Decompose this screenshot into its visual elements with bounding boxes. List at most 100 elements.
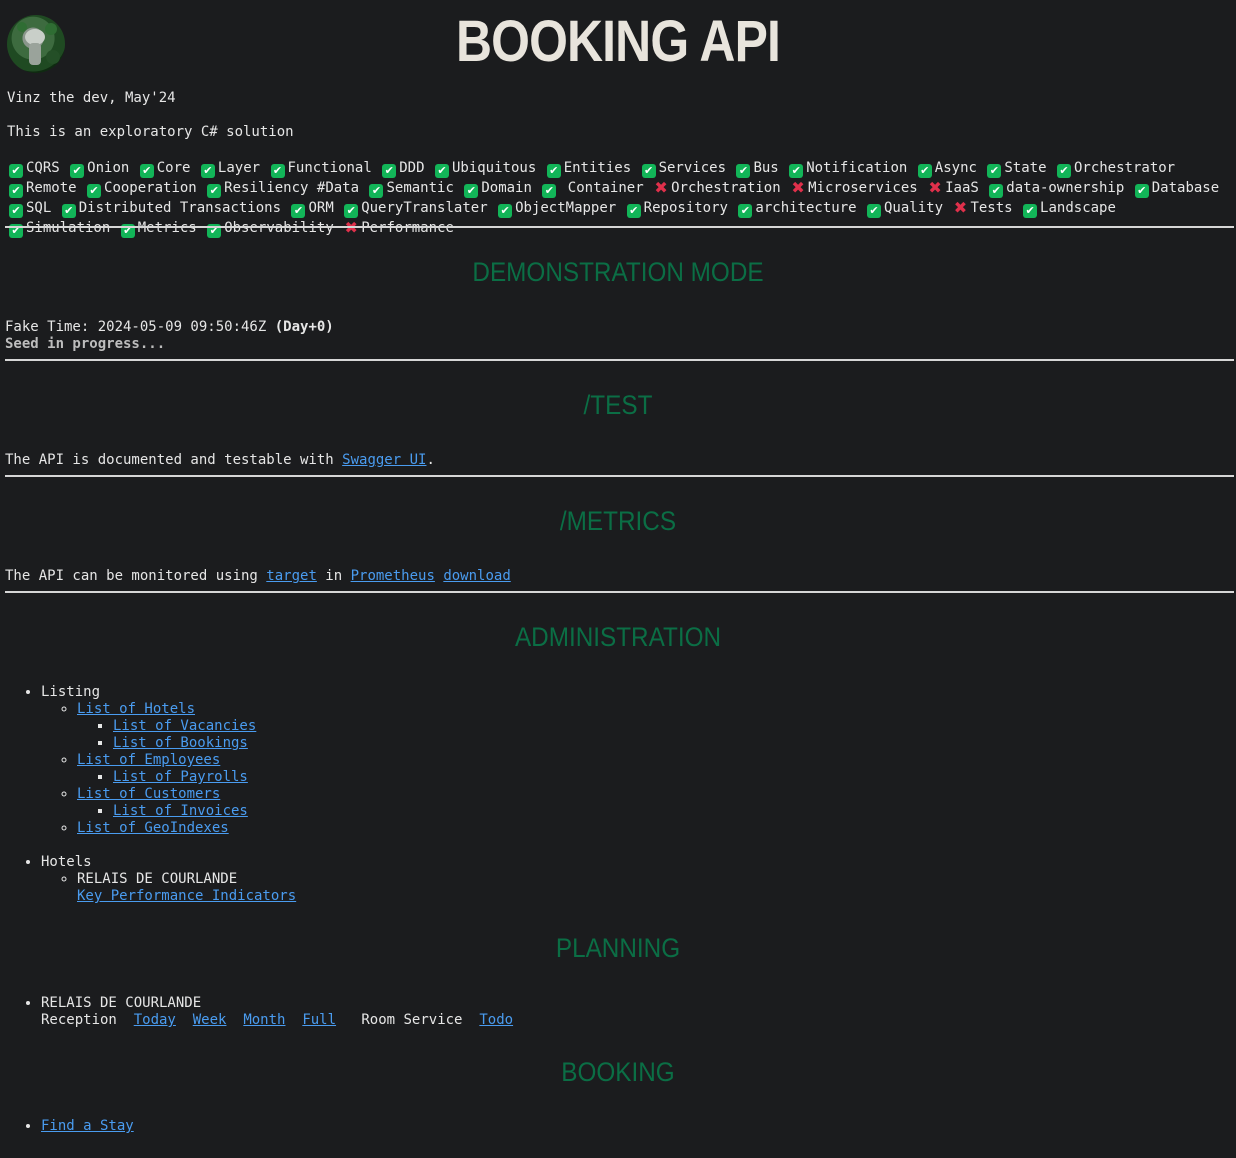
full-link[interactable]: Full bbox=[302, 1012, 336, 1028]
checkmark-icon: ✔ bbox=[738, 204, 753, 218]
swagger-ui-link[interactable]: Swagger UI bbox=[342, 452, 426, 468]
todo-link[interactable]: Todo bbox=[479, 1012, 513, 1028]
tag-item: ✔ State bbox=[987, 160, 1047, 178]
tag-label: Tests bbox=[970, 200, 1013, 216]
checkmark-icon: ✔ bbox=[867, 204, 881, 218]
checkmark-icon: ✔ bbox=[498, 204, 513, 218]
tag-label: Distributed Transactions bbox=[78, 200, 282, 216]
section-heading-planning: PLANNING bbox=[555, 933, 681, 963]
employees-list-link[interactable]: List of Employees bbox=[77, 752, 220, 768]
divider bbox=[5, 359, 1234, 361]
checkmark-icon: ✔ bbox=[200, 164, 215, 178]
admin-listing: Listing List of Hotels List of Vacancies… bbox=[5, 684, 256, 837]
list-item: List of Bookings bbox=[113, 735, 256, 752]
tag-item: ✖ IaaS bbox=[928, 180, 978, 197]
tag-label: Microservices bbox=[808, 180, 918, 196]
tag-label: Semantic bbox=[386, 180, 454, 196]
tag-label: CQRS bbox=[26, 160, 60, 176]
target-link[interactable]: target bbox=[266, 568, 317, 584]
tag-item: ✔ Layer bbox=[200, 160, 260, 178]
checkmark-icon: ✔ bbox=[369, 184, 384, 198]
checkmark-icon: ✔ bbox=[270, 164, 285, 178]
invoices-list-link[interactable]: List of Invoices bbox=[113, 803, 248, 819]
vacancies-list-link[interactable]: List of Vacancies bbox=[113, 718, 256, 734]
geoindexes-list-link[interactable]: List of GeoIndexes bbox=[77, 820, 229, 836]
cross-icon: ✖ bbox=[654, 178, 668, 197]
tag-label: data-ownership bbox=[1006, 180, 1125, 196]
tag-item: ✖ Orchestration bbox=[654, 178, 781, 197]
download-link[interactable]: download bbox=[443, 568, 510, 584]
week-link[interactable]: Week bbox=[193, 1012, 227, 1028]
tag-label: Metrics bbox=[137, 220, 197, 236]
test-description: The API is documented and testable with … bbox=[5, 452, 435, 468]
tag-item: ✔ Functional bbox=[270, 160, 372, 178]
tag-label: Landscape bbox=[1040, 200, 1116, 216]
planning-list: RELAIS DE COURLANDE Reception Today Week… bbox=[5, 995, 513, 1029]
checkmark-icon: ✔ bbox=[291, 204, 306, 218]
tag-item: ✔ ObjectMapper bbox=[498, 200, 616, 218]
list-item-hotels: Hotels RELAIS DE COURLANDEKey Performanc… bbox=[41, 854, 296, 905]
tag-label: Ubiquitous bbox=[451, 160, 537, 176]
checkmark-icon: ✔ bbox=[989, 184, 1004, 198]
tag-label: Notification bbox=[806, 160, 908, 176]
tag-item: ✔ Remote bbox=[9, 180, 77, 198]
checkmark-icon: ✔ bbox=[542, 184, 557, 198]
month-link[interactable]: Month bbox=[243, 1012, 285, 1028]
tag-label: Onion bbox=[87, 160, 130, 176]
list-item: List of Employees List of Payrolls bbox=[77, 752, 256, 786]
checkmark-icon: ✔ bbox=[9, 184, 23, 198]
tag-label: Functional bbox=[287, 160, 372, 176]
tag-label: ORM bbox=[308, 200, 334, 216]
tag-item: ✔ Resiliency #Data bbox=[207, 180, 360, 198]
tag-label: Services bbox=[658, 160, 727, 176]
hotels-list-link[interactable]: List of Hotels bbox=[77, 701, 195, 717]
list-item: List of Vacancies bbox=[113, 718, 256, 735]
tag-label: Container bbox=[559, 180, 644, 196]
payrolls-list-link[interactable]: List of Payrolls bbox=[113, 769, 248, 785]
checkmark-icon: ✔ bbox=[434, 164, 449, 178]
list-item-hotel: RELAIS DE COURLANDEKey Performance Indic… bbox=[77, 871, 296, 905]
section-heading-booking: BOOKING bbox=[561, 1057, 675, 1087]
bookings-list-link[interactable]: List of Bookings bbox=[113, 735, 248, 751]
cross-icon: ✖ bbox=[344, 218, 358, 237]
tag-label: Orchestration bbox=[671, 180, 781, 196]
tag-item: ✔ ORM bbox=[291, 200, 334, 218]
tag-label: Entities bbox=[563, 160, 632, 176]
section-heading-test: /TEST bbox=[583, 390, 653, 420]
tag-item: ✔ DDD bbox=[382, 160, 425, 178]
metrics-description: The API can be monitored using target in… bbox=[5, 568, 511, 584]
section-heading-metrics: /METRICS bbox=[559, 506, 677, 536]
tag-label: Bus bbox=[753, 160, 779, 176]
checkmark-icon: ✔ bbox=[382, 164, 397, 178]
checkmark-icon: ✔ bbox=[464, 184, 479, 198]
metrics-text: The API can be monitored using bbox=[5, 568, 267, 584]
tag-item: ✔ data-ownership bbox=[989, 180, 1125, 198]
admin-hotels: Hotels RELAIS DE COURLANDEKey Performanc… bbox=[5, 854, 296, 905]
kpi-link[interactable]: Key Performance Indicators bbox=[77, 888, 296, 904]
tag-item: ✔ Async bbox=[917, 160, 977, 178]
tag-item: ✔ Distributed Transactions bbox=[61, 200, 282, 218]
tag-item: ✔ Container bbox=[542, 180, 644, 198]
fake-time-label: Fake Time: 2024-05-09 09:50:46Z bbox=[5, 319, 267, 335]
hotel-name: RELAIS DE COURLANDE bbox=[77, 871, 238, 887]
tag-item: ✔ Database bbox=[1134, 180, 1219, 198]
find-stay-link[interactable]: Find a Stay bbox=[41, 1118, 134, 1134]
checkmark-icon: ✔ bbox=[9, 164, 23, 178]
tag-label: Observability bbox=[224, 220, 334, 236]
description-line: This is an exploratory C# solution bbox=[7, 124, 294, 140]
metrics-text-in: in bbox=[316, 568, 351, 584]
tag-label: SQL bbox=[26, 200, 52, 216]
prometheus-link[interactable]: Prometheus bbox=[351, 568, 435, 584]
tag-item: ✔ architecture bbox=[738, 200, 857, 218]
checkmark-icon: ✔ bbox=[1023, 204, 1038, 218]
tag-item: ✔ Observability bbox=[207, 220, 334, 238]
checkmark-icon: ✔ bbox=[1134, 184, 1149, 198]
checkmark-icon: ✔ bbox=[9, 204, 23, 218]
customers-list-link[interactable]: List of Customers bbox=[77, 786, 220, 802]
tag-item: ✔ Services bbox=[641, 160, 727, 178]
today-link[interactable]: Today bbox=[134, 1012, 176, 1028]
section-heading-demonstration: DEMONSTRATION MODE bbox=[472, 257, 764, 287]
tag-item: ✔ Metrics bbox=[120, 220, 197, 238]
tag-label: Resiliency #Data bbox=[224, 180, 360, 196]
tag-label: Orchestrator bbox=[1073, 160, 1176, 176]
